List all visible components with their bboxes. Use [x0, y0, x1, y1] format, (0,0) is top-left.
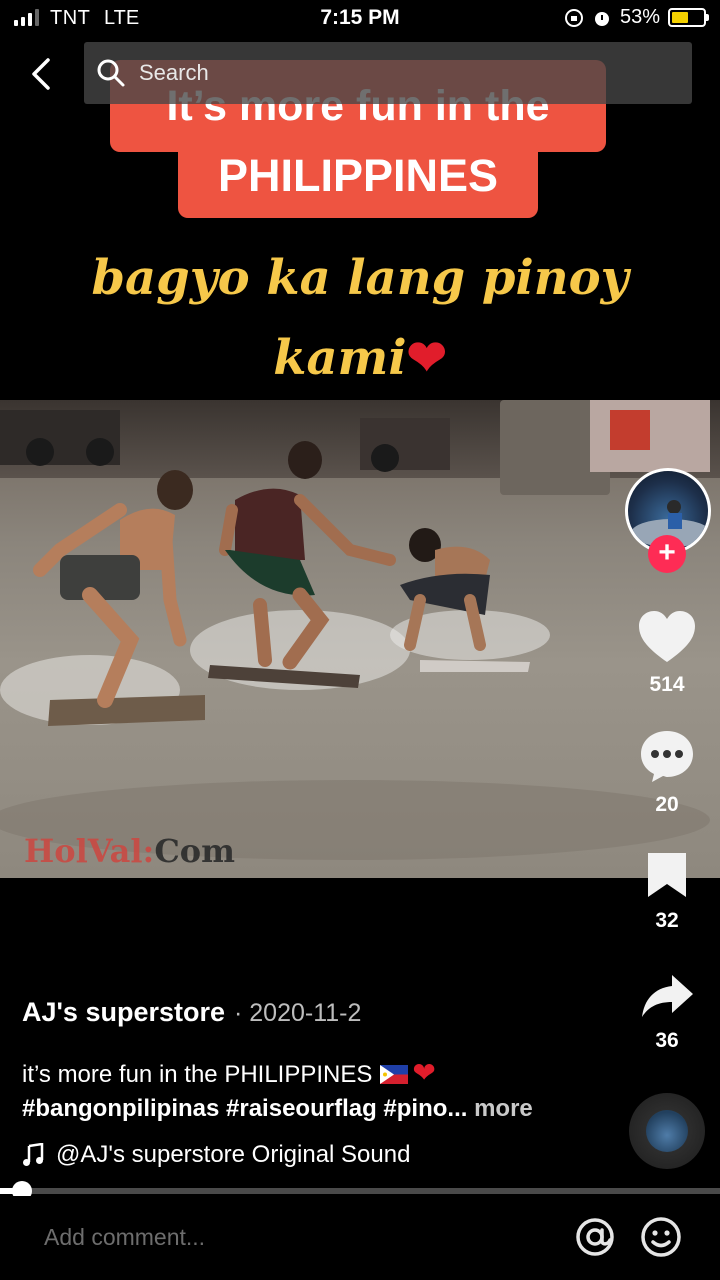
search-input[interactable]: Search: [139, 60, 209, 86]
favorite-button[interactable]: 32: [626, 850, 708, 933]
follow-button[interactable]: +: [648, 535, 686, 573]
more-link[interactable]: more: [474, 1095, 533, 1122]
status-bar: TNT LTE 7:15 PM 53%: [0, 0, 720, 40]
description-text: it’s more fun in the PHILIPPINES: [22, 1061, 373, 1088]
search-bar[interactable]: Search: [84, 42, 692, 104]
comment-button[interactable]: 20: [626, 728, 708, 817]
philippines-flag-emoji: [380, 1065, 409, 1084]
caption-script-word: kami: [273, 330, 407, 386]
search-icon: [97, 59, 125, 87]
music-disc[interactable]: [629, 1093, 705, 1169]
comment-bar: Add comment...: [0, 1196, 720, 1280]
heart-emoji: ❤: [406, 330, 447, 386]
favorite-count: 32: [655, 909, 679, 932]
battery-icon: [668, 8, 709, 27]
music-note-icon: [23, 1143, 44, 1166]
sound-name[interactable]: @AJ's superstore Original Sound: [56, 1141, 410, 1169]
caption-script-line2: kami❤: [0, 330, 720, 386]
watermark-text: HolVal:Com: [24, 832, 235, 870]
music-disc-cover: [646, 1110, 688, 1152]
status-right: 53%: [564, 6, 709, 29]
video-progress-bar[interactable]: [0, 1188, 720, 1194]
battery-percent: 53%: [619, 6, 660, 28]
emoji-icon[interactable]: [640, 1216, 682, 1258]
post-description: it’s more fun in the PHILIPPINES ❤: [22, 1056, 436, 1089]
like-count: 514: [649, 673, 685, 696]
add-comment-input[interactable]: Add comment...: [44, 1224, 205, 1251]
orientation-lock-icon: [564, 8, 583, 27]
creator-username[interactable]: AJ's superstore: [22, 997, 225, 1028]
share-count: 36: [655, 1029, 679, 1052]
hashtag-text[interactable]: #bangonpilipinas #raiseourflag #pino...: [22, 1095, 467, 1122]
share-arrow-icon: [642, 975, 693, 1017]
video-frame[interactable]: HolVal:Com: [0, 400, 720, 878]
sound-row[interactable]: @AJ's superstore Original Sound: [22, 1141, 410, 1169]
alarm-icon: [594, 11, 609, 26]
post-date: · 2020-11-2: [234, 999, 362, 1027]
back-arrow-icon[interactable]: [28, 56, 58, 92]
post-hashtags: #bangonpilipinas #raiseourflag #pino... …: [22, 1095, 533, 1123]
banner-text-line2: PHILIPPINES: [217, 150, 499, 201]
caption-script-line1: bagyo ka lang pinoy: [91, 250, 629, 306]
scene-illustration: [0, 400, 710, 860]
like-button[interactable]: 514: [626, 610, 708, 697]
mention-icon[interactable]: [574, 1216, 616, 1258]
heart-icon: [639, 611, 695, 662]
heart-emoji-description: ❤: [412, 1057, 436, 1088]
comment-bubble-icon: [641, 731, 693, 782]
share-button[interactable]: 36: [626, 972, 708, 1053]
bookmark-icon: [648, 853, 686, 897]
comment-count: 20: [655, 793, 679, 816]
